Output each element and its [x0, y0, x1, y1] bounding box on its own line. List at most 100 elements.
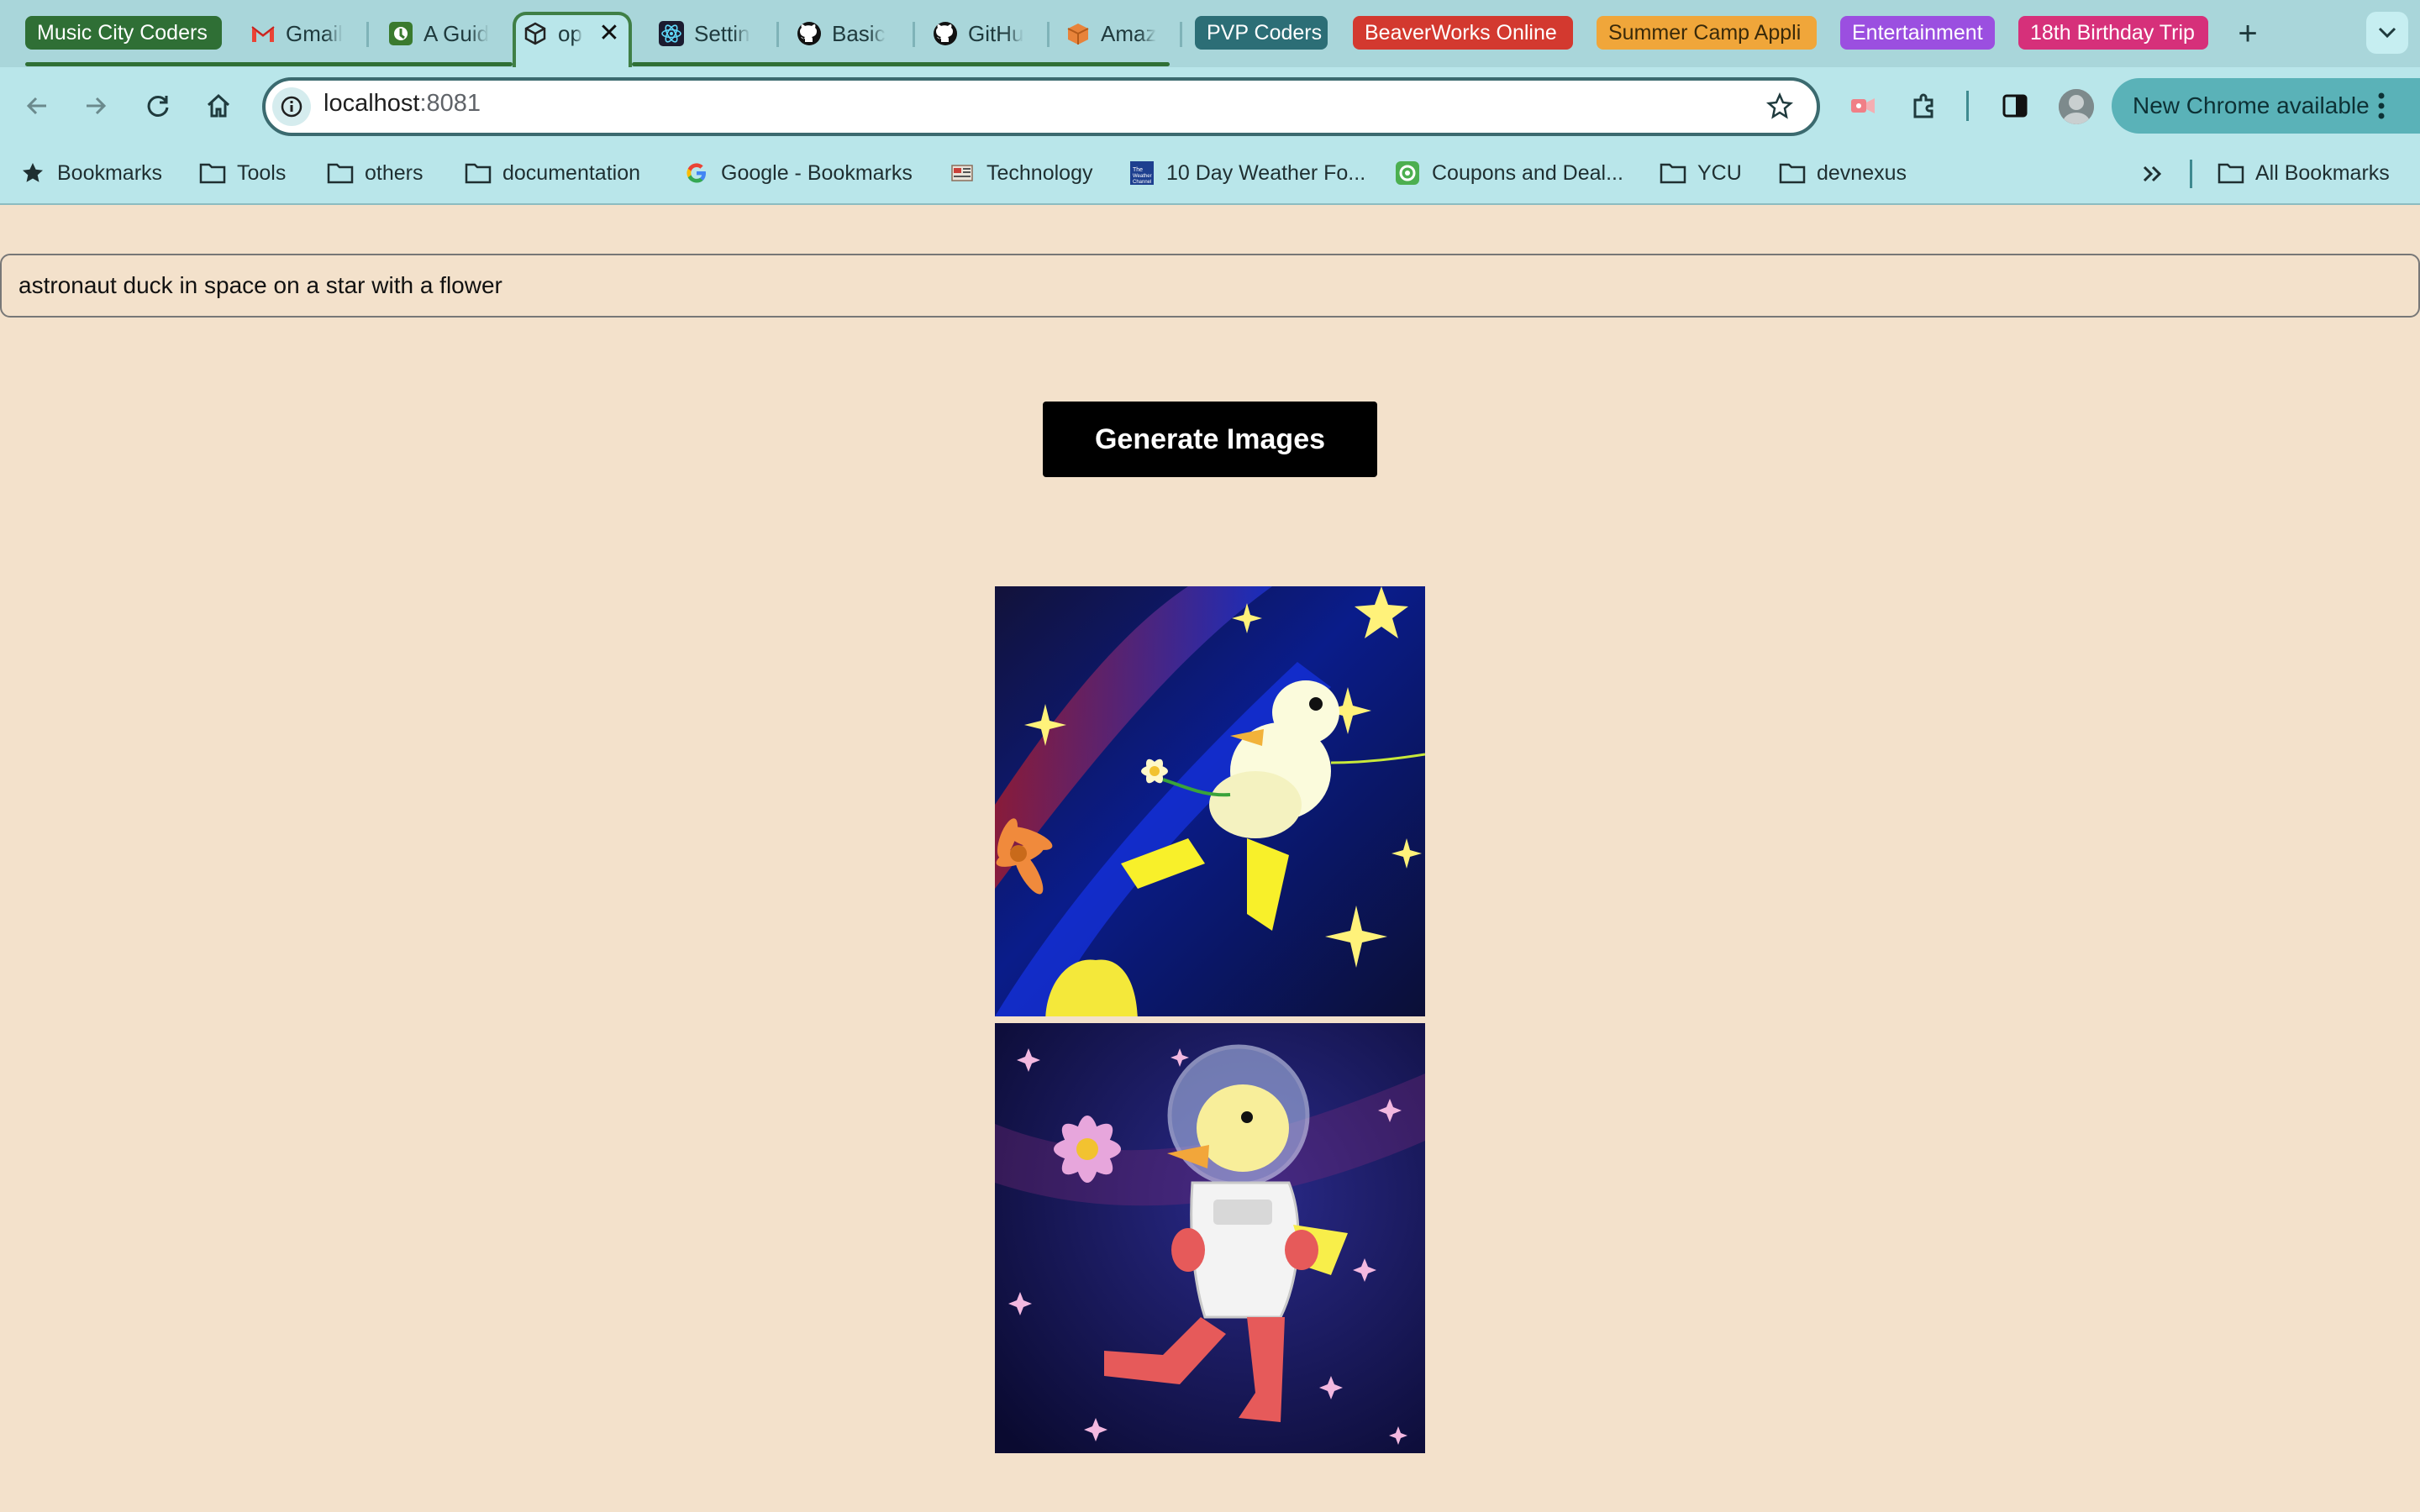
google-icon: [682, 159, 711, 187]
bookmark-technology[interactable]: Technology: [948, 156, 1092, 190]
svg-text:Channel: Channel: [1133, 180, 1151, 185]
open-box-icon: [523, 21, 548, 46]
tab-group-label: BeaverWorks Online: [1365, 20, 1557, 45]
close-tab-icon[interactable]: ✕: [597, 18, 622, 49]
folder-icon: [198, 159, 227, 187]
folder-icon: [464, 159, 492, 187]
bookmark-ycu[interactable]: YCU: [1659, 156, 1742, 190]
bookmarks-divider: [2190, 160, 2192, 188]
side-panel-icon[interactable]: [1991, 82, 2039, 129]
prompt-input[interactable]: [0, 254, 2420, 318]
bookmark-others[interactable]: others: [326, 156, 423, 190]
tab-group-pvp-coders[interactable]: PVP Coders: [1195, 16, 1328, 50]
tab-basic[interactable]: Basic: [797, 13, 897, 54]
tab-group-music-city-coders[interactable]: Music City Coders: [25, 16, 222, 50]
bookmark-label: Technology: [986, 160, 1093, 185]
extension-cast-icon[interactable]: [1840, 82, 1887, 129]
react-icon: [659, 21, 684, 46]
tab-group-label: 18th Birthday Trip: [2030, 20, 2195, 45]
folder-icon: [1659, 159, 1687, 187]
tab-group-summer-camp[interactable]: Summer Camp Appli: [1597, 16, 1817, 50]
tab-title: Settin: [694, 20, 750, 46]
tab-group-18th-birthday-trip[interactable]: 18th Birthday Trip: [2018, 16, 2208, 50]
tab-gmail[interactable]: Gmail: [250, 13, 376, 54]
technology-icon: [948, 159, 976, 187]
bookmark-label: All Bookmarks: [2255, 160, 2390, 185]
tab-title: op: [558, 20, 582, 46]
tab-amazon[interactable]: Amaz: [1065, 13, 1166, 54]
extensions-puzzle-icon[interactable]: [1901, 82, 1948, 129]
tab-separator: [776, 22, 779, 47]
folder-icon: [326, 159, 355, 187]
bookmark-weather[interactable]: The Weather Channel 10 Day Weather Fo...: [1128, 156, 1365, 190]
new-tab-icon[interactable]: +: [2227, 15, 2269, 52]
tab-separator: [1180, 22, 1182, 47]
toolbar-divider: [1966, 91, 1969, 121]
bookmark-label: YCU: [1697, 160, 1742, 185]
reload-icon[interactable]: [134, 82, 182, 129]
star-icon: [18, 159, 47, 187]
tab-group-underline: [632, 62, 1170, 66]
bookmark-coupons[interactable]: Coupons and Deal...: [1393, 156, 1623, 190]
tab-github[interactable]: GitHu: [933, 13, 1034, 54]
bookmark-google-bookmarks[interactable]: Google - Bookmarks: [682, 156, 913, 190]
svg-text:Weather: Weather: [1133, 174, 1152, 179]
tab-title: Amaz: [1101, 20, 1157, 46]
tab-group-label: PVP Coders: [1207, 20, 1323, 45]
bookmark-label: documentation: [502, 160, 641, 185]
tab-group-underline: [25, 62, 513, 66]
tab-search-chevron-down-icon[interactable]: [2366, 12, 2408, 54]
generated-image-2: [995, 1023, 1425, 1453]
tab-separator: [1047, 22, 1050, 47]
home-icon[interactable]: [195, 82, 242, 129]
bookmark-label: Google - Bookmarks: [721, 160, 913, 185]
amazon-box-icon: [1065, 21, 1091, 46]
tab-title: Basic: [832, 20, 886, 46]
tab-separator: [366, 22, 369, 47]
forward-arrow-icon[interactable]: [72, 82, 119, 129]
back-arrow-icon[interactable]: [13, 82, 60, 129]
guide-site-icon: [388, 21, 413, 46]
bookmark-tools[interactable]: Tools: [198, 156, 286, 190]
generate-images-button[interactable]: Generate Images: [1043, 402, 1377, 477]
tab-title: A Guid: [424, 20, 489, 46]
folder-icon: [2217, 159, 2245, 187]
folder-icon: [1778, 159, 1807, 187]
site-info-icon[interactable]: [272, 87, 311, 126]
bookmark-label: 10 Day Weather Fo...: [1166, 160, 1366, 185]
tab-title: Gmail: [286, 20, 343, 46]
tab-a-guide[interactable]: A Guid: [388, 13, 489, 54]
bookmark-label: Bookmarks: [57, 160, 163, 185]
tab-group-label: Entertainment: [1852, 20, 1983, 45]
github-icon: [933, 21, 958, 46]
tab-separator: [913, 22, 915, 47]
bookmark-devnexus[interactable]: devnexus: [1778, 156, 1907, 190]
bookmark-label: devnexus: [1817, 160, 1907, 185]
bookmark-label: Tools: [237, 160, 287, 185]
url-port: :8081: [419, 90, 481, 117]
bookmarks-overflow-chevron-icon[interactable]: [2138, 160, 2168, 188]
bookmark-label: others: [365, 160, 424, 185]
coupon-icon: [1393, 159, 1422, 187]
more-menu-icon[interactable]: [2371, 91, 2391, 121]
tab-group-label: Summer Camp Appli: [1608, 20, 1802, 45]
gmail-icon: [250, 21, 276, 46]
tab-title: GitHu: [968, 20, 1024, 46]
bookmark-bookmarks[interactable]: Bookmarks: [18, 156, 162, 190]
tab-group-entertainment[interactable]: Entertainment: [1840, 16, 1995, 50]
url-text: localhost:8081: [324, 90, 481, 118]
svg-text:The: The: [1133, 167, 1143, 173]
bookmark-documentation[interactable]: documentation: [464, 156, 640, 190]
tab-settings[interactable]: Settin: [659, 13, 760, 54]
profile-avatar[interactable]: [2059, 89, 2094, 124]
bookmark-star-icon[interactable]: [1756, 82, 1803, 129]
tab-group-label: Music City Coders: [37, 20, 208, 45]
url-host: localhost: [324, 90, 420, 117]
weather-channel-icon: The Weather Channel: [1128, 159, 1156, 187]
tab-open-box[interactable]: op: [523, 13, 590, 54]
address-bar[interactable]: [262, 77, 1820, 136]
bookmark-all-bookmarks[interactable]: All Bookmarks: [2217, 156, 2390, 190]
generated-image-1: [995, 586, 1425, 1016]
tab-group-beaverworks-online[interactable]: BeaverWorks Online: [1353, 16, 1573, 50]
chrome-update-label: New Chrome available: [2133, 92, 2370, 118]
